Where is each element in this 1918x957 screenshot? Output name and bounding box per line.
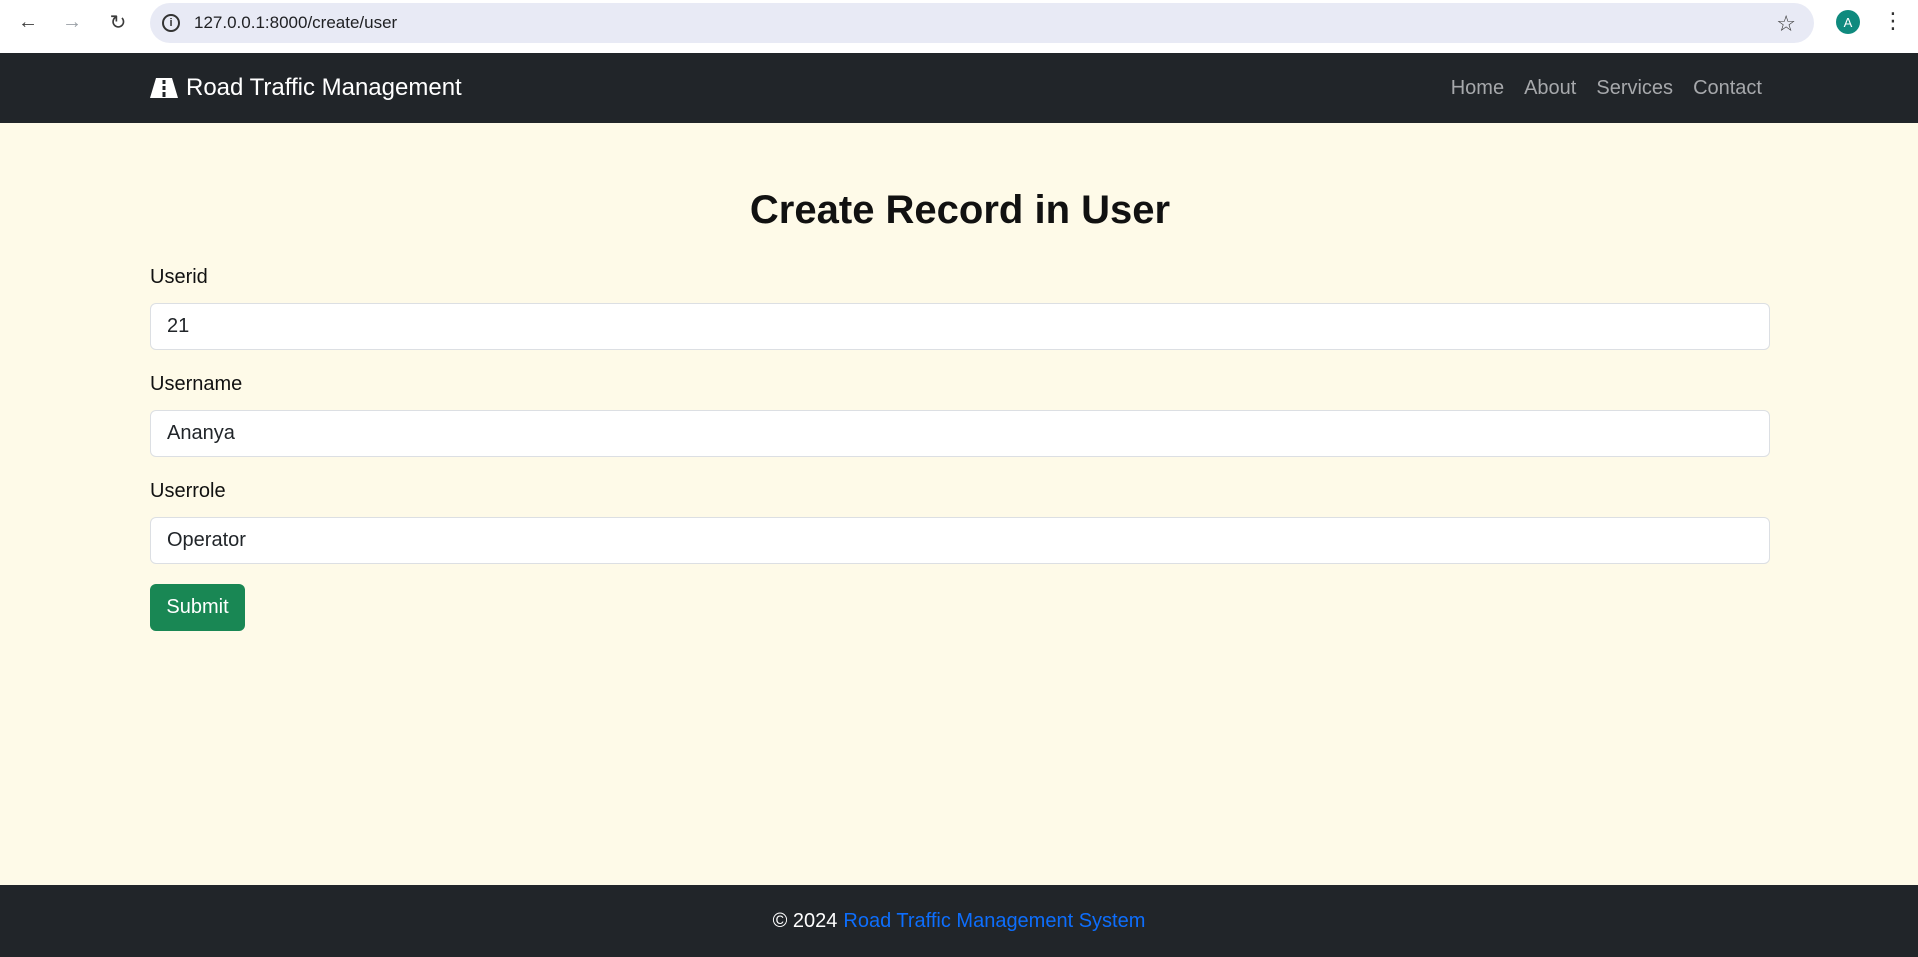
submit-button[interactable]: Submit bbox=[150, 584, 245, 631]
username-label: Username bbox=[150, 373, 243, 395]
userrole-label: Userrole bbox=[150, 480, 226, 502]
main-content: Create Record in User Userid Username Us… bbox=[150, 123, 1770, 631]
navbar: Road Traffic Management Home About Servi… bbox=[0, 53, 1918, 123]
username-group: Username bbox=[150, 370, 1770, 457]
url-text[interactable]: 127.0.0.1:8000/create/user bbox=[194, 13, 397, 33]
browser-toolbar: ← → ↻ i 127.0.0.1:8000/create/user ☆ A ⋮ bbox=[0, 0, 1918, 53]
address-bar[interactable]: i 127.0.0.1:8000/create/user ☆ bbox=[150, 3, 1814, 43]
reload-icon[interactable]: ↻ bbox=[96, 0, 140, 44]
userid-group: Userid bbox=[150, 263, 1770, 350]
nav-services[interactable]: Services bbox=[1596, 77, 1673, 100]
back-icon[interactable]: ← bbox=[6, 0, 50, 44]
avatar[interactable]: A bbox=[1836, 10, 1860, 34]
footer-link[interactable]: Road Traffic Management System bbox=[843, 910, 1145, 933]
nav-links: Home About Services Contact bbox=[1431, 53, 1762, 123]
userrole-group: Userrole bbox=[150, 477, 1770, 564]
userid-input[interactable] bbox=[150, 303, 1770, 350]
brand-text[interactable]: Road Traffic Management bbox=[186, 74, 462, 102]
more-icon[interactable]: ⋮ bbox=[1882, 8, 1904, 34]
forward-icon[interactable]: → bbox=[50, 0, 94, 44]
username-input[interactable] bbox=[150, 410, 1770, 457]
road-icon bbox=[150, 78, 178, 98]
brand-link[interactable]: Road Traffic Management bbox=[150, 53, 462, 123]
nav-contact[interactable]: Contact bbox=[1693, 77, 1762, 100]
star-icon[interactable]: ☆ bbox=[1776, 11, 1796, 37]
userid-label: Userid bbox=[150, 266, 208, 288]
footer: © 2024 Road Traffic Management System bbox=[0, 885, 1918, 957]
info-icon[interactable]: i bbox=[162, 14, 180, 32]
footer-copyright: © 2024 bbox=[772, 909, 838, 932]
nav-home[interactable]: Home bbox=[1451, 77, 1504, 100]
page-title: Create Record in User bbox=[749, 188, 1171, 232]
userrole-input[interactable] bbox=[150, 517, 1770, 564]
nav-about[interactable]: About bbox=[1524, 77, 1576, 100]
